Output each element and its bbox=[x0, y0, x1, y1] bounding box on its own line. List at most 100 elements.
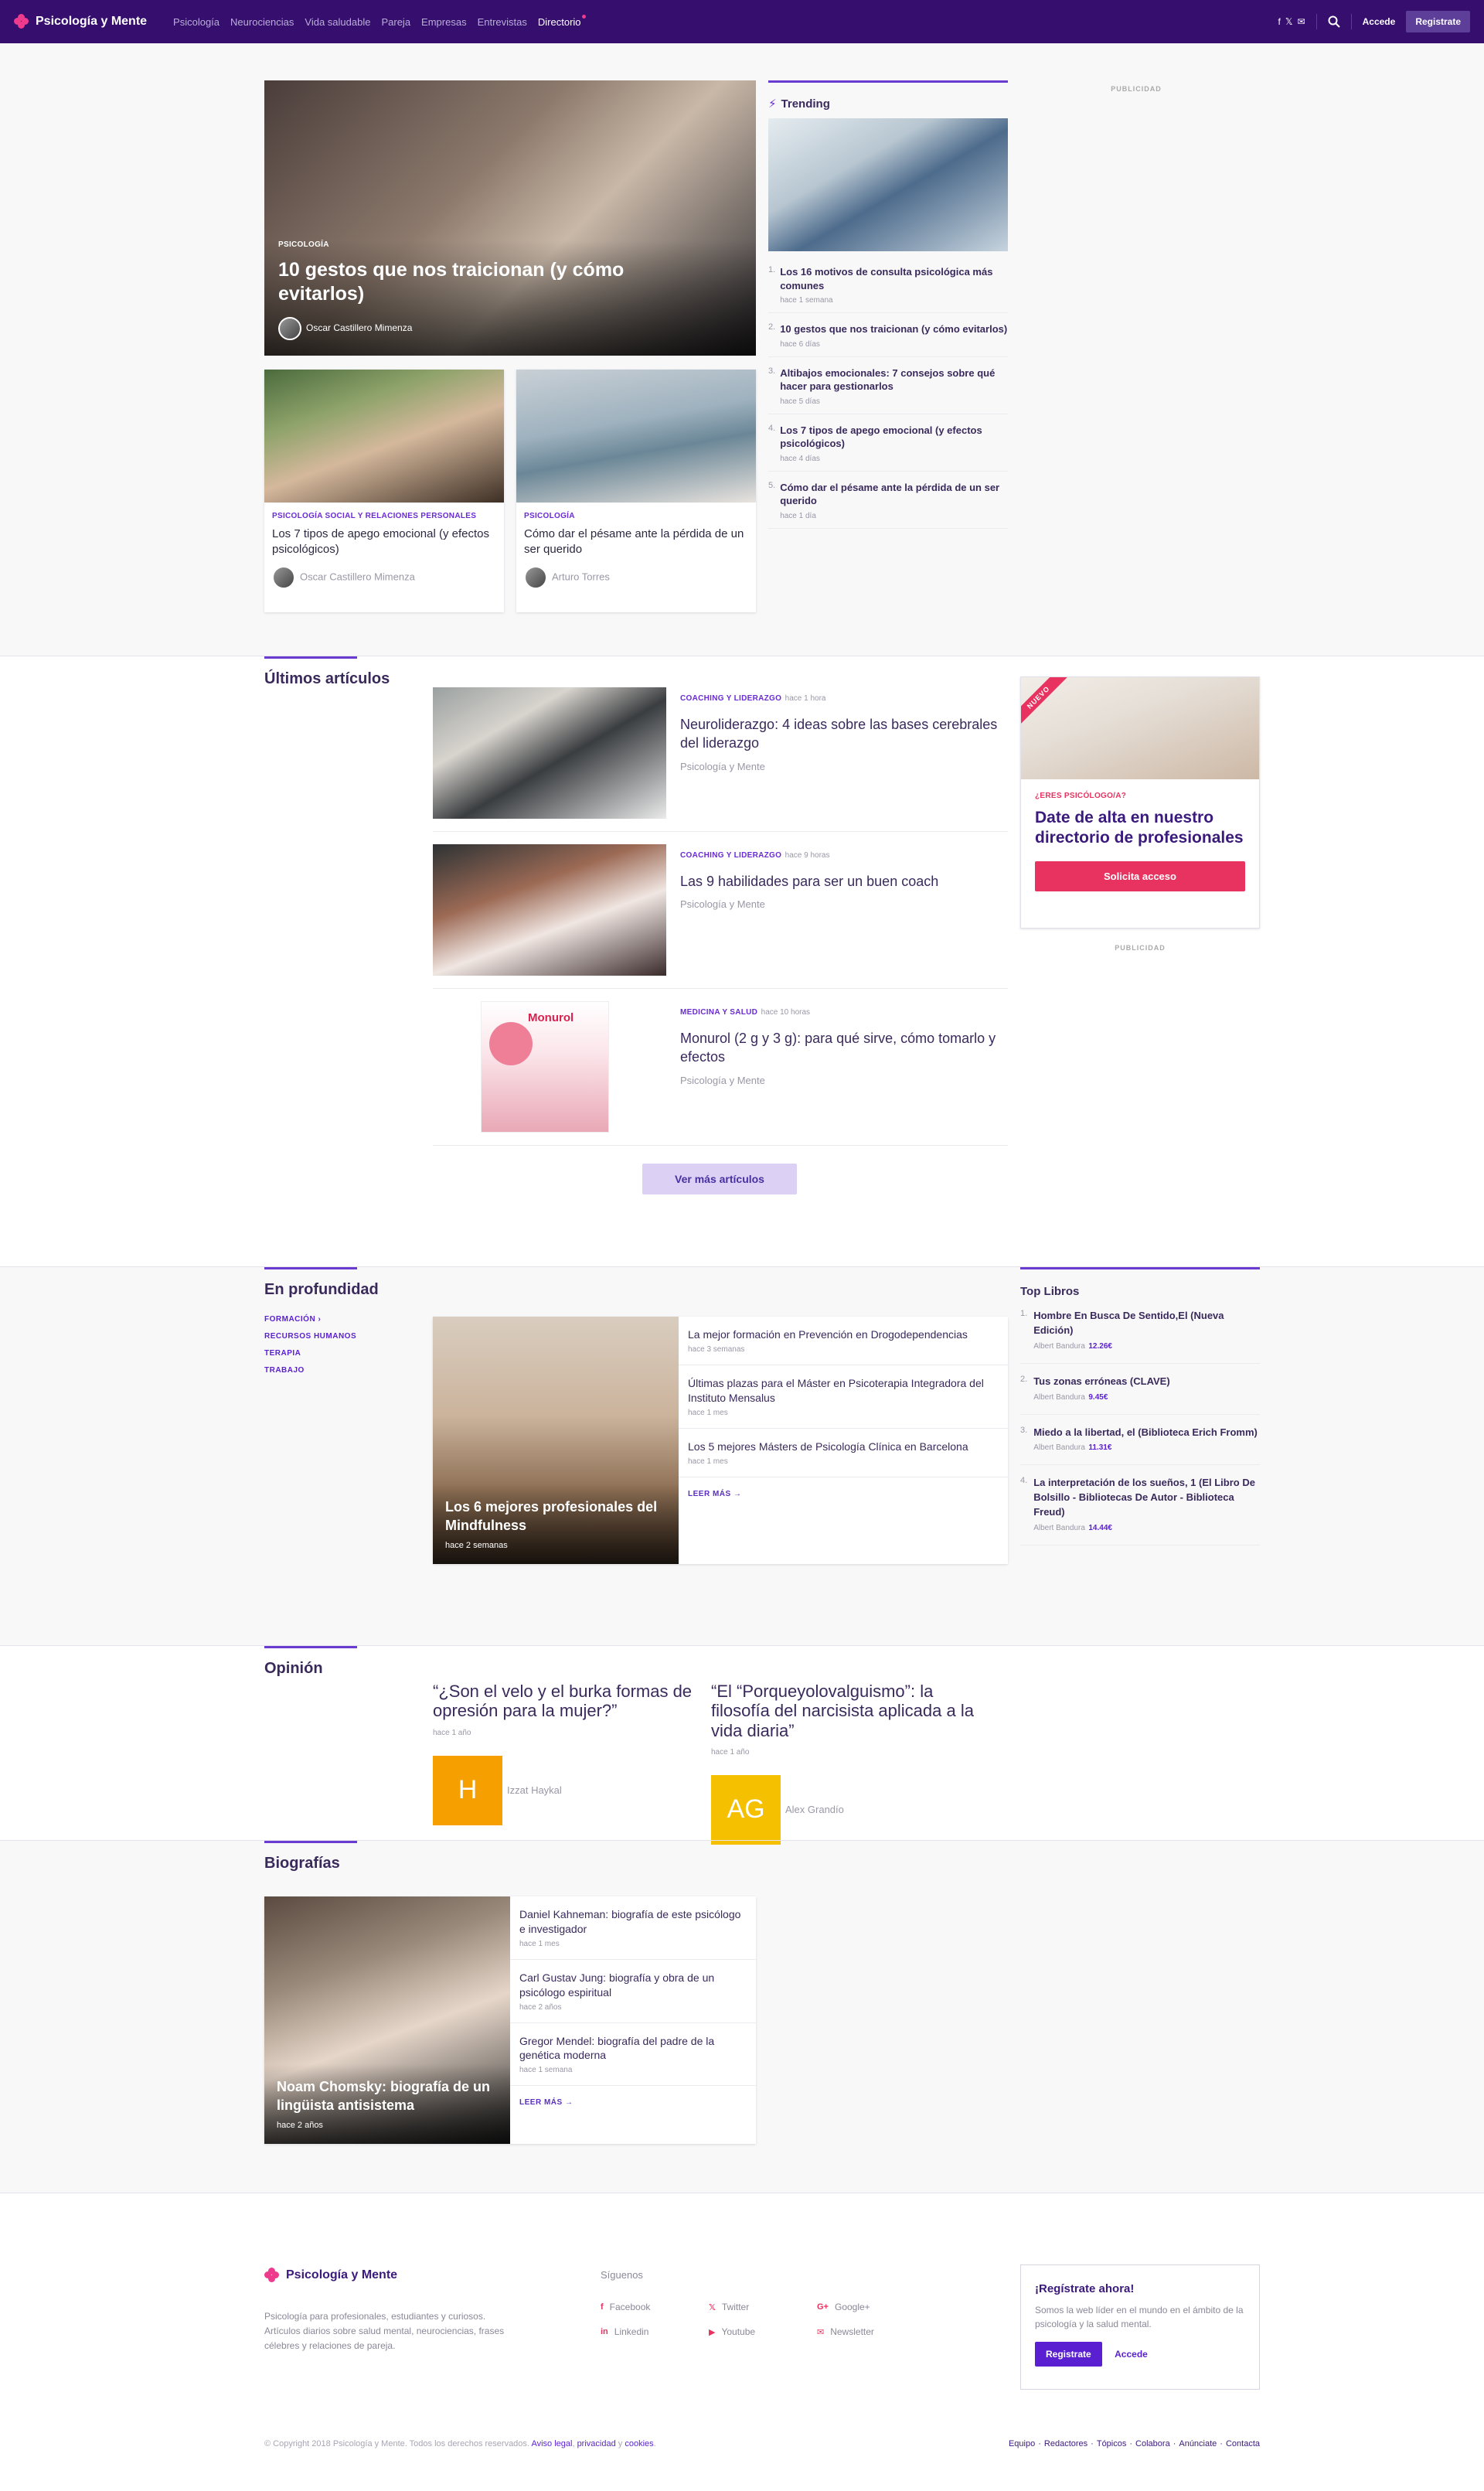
article-card[interactable]: PSICOLOGÍA Cómo dar el pésame ante la pé… bbox=[516, 370, 756, 612]
social-link[interactable]: f Facebook bbox=[601, 2302, 709, 2312]
bio-item[interactable]: Carl Gustav Jung: biografía y obra de un… bbox=[510, 1960, 756, 2023]
social-link[interactable]: G+ Google+ bbox=[817, 2302, 925, 2312]
section-title: En profundidad bbox=[264, 1267, 379, 1299]
card-category: PSICOLOGÍA bbox=[524, 512, 575, 520]
legal-link[interactable]: Aviso legal bbox=[531, 2439, 572, 2448]
twitter-icon[interactable]: 𝕏 bbox=[1285, 16, 1293, 27]
logo-flower-icon bbox=[14, 14, 29, 29]
nav-entrevistas[interactable]: Entrevistas bbox=[478, 16, 527, 28]
topic-tag[interactable]: FORMACIÓN › bbox=[264, 1315, 356, 1324]
article-time: hace 9 horas bbox=[785, 851, 830, 860]
search-icon[interactable] bbox=[1328, 15, 1340, 28]
topic-tag[interactable]: TERAPIA bbox=[264, 1349, 356, 1358]
footer-link[interactable]: Contacta bbox=[1226, 2439, 1260, 2448]
feature-title: Los 6 mejores profesionales del Mindfuln… bbox=[445, 1499, 658, 1533]
register-title: ¡Regístrate ahora! bbox=[1035, 2282, 1135, 2295]
footer-link[interactable]: Tópicos bbox=[1097, 2439, 1127, 2448]
trending-time: hace 1 semana bbox=[780, 296, 833, 305]
arrow-right-icon: → bbox=[733, 1489, 742, 1498]
article-row[interactable]: COACHING Y LIDERAZGO hace 9 horas Las 9 … bbox=[433, 844, 1008, 989]
card-author: Arturo Torres bbox=[552, 570, 610, 582]
request-access-button[interactable]: Solicita acceso bbox=[1035, 860, 1245, 891]
hero-article[interactable]: PSICOLOGÍA 10 gestos que nos traicionan … bbox=[264, 80, 756, 356]
trending-item[interactable]: 5. Cómo dar el pésame ante la pérdida de… bbox=[768, 472, 1008, 529]
opinion-item[interactable]: “¿Son el velo y el burka formas de opres… bbox=[433, 1682, 696, 1845]
opinion-time: hace 1 año bbox=[711, 1747, 750, 1757]
trending-item[interactable]: 3. Altibajos emocionales: 7 consejos sob… bbox=[768, 357, 1008, 414]
depth-item[interactable]: Los 5 mejores Másters de Psicología Clín… bbox=[679, 1429, 1008, 1477]
trending-number: 5. bbox=[768, 480, 776, 490]
bio-item[interactable]: Daniel Kahneman: biografía de este psicó… bbox=[510, 1896, 756, 1960]
social-link[interactable]: ✉ Newsletter bbox=[817, 2326, 925, 2337]
footer-link[interactable]: Equipo bbox=[1009, 2439, 1035, 2448]
social-link[interactable]: in Linkedin bbox=[601, 2326, 709, 2337]
topic-tag[interactable]: TRABAJO bbox=[264, 1366, 356, 1375]
divider bbox=[1350, 14, 1352, 29]
trending-item[interactable]: 4. Los 7 tipos de apego emocional (y efe… bbox=[768, 414, 1008, 472]
facebook-icon[interactable]: f bbox=[1278, 16, 1281, 27]
nav-neurociencias[interactable]: Neurociencias bbox=[230, 16, 294, 28]
follow-label: Síguenos bbox=[601, 2269, 643, 2281]
trending-item[interactable]: 1. Los 16 motivos de consulta psicológic… bbox=[768, 256, 1008, 314]
trending-item[interactable]: 2. 10 gestos que nos traicionan (y cómo … bbox=[768, 313, 1008, 357]
cookies-link[interactable]: cookies bbox=[625, 2439, 653, 2448]
nav-vida-saludable[interactable]: Vida saludable bbox=[305, 16, 370, 28]
depth-item[interactable]: La mejor formación en Prevención en Drog… bbox=[679, 1317, 1008, 1365]
book-item[interactable]: 3. Miedo a la libertad, el (Biblioteca E… bbox=[1020, 1426, 1260, 1466]
article-row[interactable]: COACHING Y LIDERAZGO hace 1 hora Neuroli… bbox=[433, 687, 1008, 832]
bio-title: Carl Gustav Jung: biografía y obra de un… bbox=[519, 1971, 715, 1999]
privacy-link[interactable]: privacidad bbox=[577, 2439, 616, 2448]
footer-register-button[interactable]: Registrate bbox=[1035, 2342, 1102, 2367]
register-button[interactable]: Registrate bbox=[1406, 11, 1470, 32]
bio-item[interactable]: Gregor Mendel: biografía del padre de la… bbox=[510, 2023, 756, 2087]
nav-psicologia[interactable]: Psicología bbox=[173, 16, 220, 28]
depth-feature[interactable]: Los 6 mejores profesionales del Mindfuln… bbox=[433, 1317, 679, 1564]
footer-login-link[interactable]: Accede bbox=[1115, 2349, 1148, 2360]
site-logo[interactable]: Psicología y Mente bbox=[14, 14, 147, 29]
card-title: Los 7 tipos de apego emocional (y efecto… bbox=[272, 527, 490, 557]
read-more-link[interactable]: LEER MÁS → bbox=[679, 1477, 1008, 1511]
footer-link[interactable]: Redactores bbox=[1044, 2439, 1087, 2448]
depth-item[interactable]: Últimas plazas para el Máster en Psicote… bbox=[679, 1365, 1008, 1429]
book-item[interactable]: 2. Tus zonas erróneas (CLAVE) Albert Ban… bbox=[1020, 1375, 1260, 1415]
register-text: Somos la web líder en el mundo en el ámb… bbox=[1035, 2305, 1244, 2329]
article-card[interactable]: PSICOLOGÍA SOCIAL Y RELACIONES PERSONALE… bbox=[264, 370, 504, 612]
social-link[interactable]: ▶ Youtube bbox=[709, 2326, 817, 2337]
feature-title: Noam Chomsky: biografía de un lingüista … bbox=[277, 2079, 491, 2113]
directory-promo: NUEVO ¿ERES PSICÓLOGO/A? Date de alta en… bbox=[1020, 676, 1260, 929]
footer-logo[interactable]: Psicología y Mente bbox=[264, 2268, 397, 2283]
footer-link[interactable]: Colabora bbox=[1135, 2439, 1170, 2448]
opinion-item[interactable]: “El “Porqueyolovalguismo”: la filosofía … bbox=[711, 1682, 974, 1845]
article-image bbox=[516, 370, 756, 503]
header-actions: f 𝕏 ✉ Accede Registrate bbox=[1278, 11, 1470, 32]
read-more-link[interactable]: LEER MÁS → bbox=[510, 2086, 756, 2119]
book-number: 4. bbox=[1020, 1476, 1028, 1486]
arrow-right-icon: → bbox=[564, 2098, 574, 2108]
article-row[interactable]: Monurol MEDICINA Y SALUD hace 10 horas M… bbox=[433, 1001, 1008, 1146]
new-badge: NUEVO bbox=[1021, 677, 1072, 731]
opinion-quote: “¿Son el velo y el burka formas de opres… bbox=[433, 1682, 693, 1721]
mail-icon[interactable]: ✉ bbox=[1298, 16, 1305, 27]
article-category: COACHING Y LIDERAZGO bbox=[680, 851, 782, 860]
section-title: Opinión bbox=[264, 1646, 357, 1678]
nav-pareja[interactable]: Pareja bbox=[381, 16, 410, 28]
ad-label: PUBLICIDAD bbox=[1111, 85, 1162, 93]
more-articles-button[interactable]: Ver más artículos bbox=[642, 1164, 797, 1194]
nav-empresas[interactable]: Empresas bbox=[421, 16, 467, 28]
trending-time: hace 1 día bbox=[780, 511, 816, 520]
divider bbox=[1316, 14, 1317, 29]
bio-title: Daniel Kahneman: biografía de este psicó… bbox=[519, 1908, 741, 1935]
login-link[interactable]: Accede bbox=[1363, 16, 1396, 27]
nav-directorio[interactable]: Directorio bbox=[538, 14, 586, 28]
depth-time: hace 1 mes bbox=[688, 1457, 728, 1466]
book-number: 1. bbox=[1020, 1309, 1028, 1318]
book-item[interactable]: 4. La interpretación de los sueños, 1 (E… bbox=[1020, 1476, 1260, 1545]
bio-feature[interactable]: Noam Chomsky: biografía de un lingüista … bbox=[264, 1896, 510, 2144]
footer-link[interactable]: Anúnciate bbox=[1179, 2439, 1217, 2448]
bio-card: Noam Chomsky: biografía de un lingüista … bbox=[264, 1896, 756, 2144]
card-title: Cómo dar el pésame ante la pérdida de un… bbox=[524, 527, 744, 557]
book-item[interactable]: 1. Hombre En Busca De Sentido,El (Nueva … bbox=[1020, 1309, 1260, 1364]
footer-description: Psicología para profesionales, estudiant… bbox=[264, 2311, 505, 2352]
topic-tag[interactable]: RECURSOS HUMANOS bbox=[264, 1332, 356, 1341]
social-link[interactable]: 𝕏 Twitter bbox=[709, 2302, 817, 2312]
